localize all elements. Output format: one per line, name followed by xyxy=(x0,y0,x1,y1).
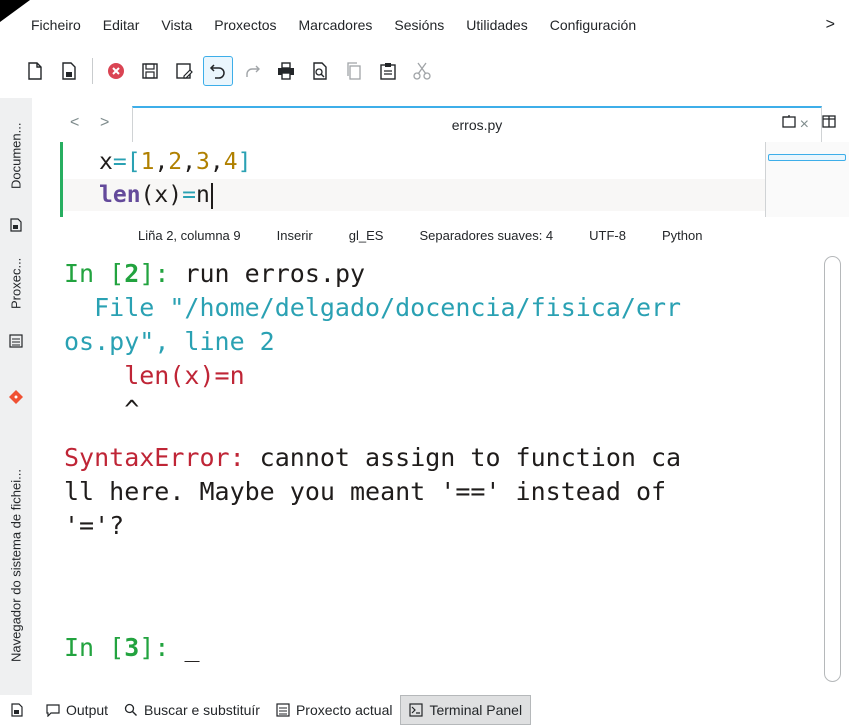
close-icon xyxy=(108,63,124,79)
tab-output[interactable]: Output xyxy=(38,695,116,725)
dictionary[interactable]: gl_ES xyxy=(349,228,384,243)
terminal-line-2: File "/home/delgado/docencia/fisica/err xyxy=(64,293,682,322)
menu-overflow-button[interactable]: > xyxy=(826,16,849,34)
toolbar-separator xyxy=(92,58,93,84)
menu-marcadores[interactable]: Marcadores xyxy=(288,8,384,42)
menu-bar: Ficheiro Editar Vista Proxectos Marcador… xyxy=(20,8,849,42)
undo-button[interactable] xyxy=(203,56,233,86)
encoding[interactable]: UTF-8 xyxy=(589,228,626,243)
open-document-icon xyxy=(62,62,76,80)
cursor-position[interactable]: Liña 2, columna 9 xyxy=(138,228,241,243)
tab-search-label: Buscar e substituír xyxy=(144,702,260,718)
tab-terminal-panel[interactable]: Terminal Panel xyxy=(400,695,532,725)
tab-terminal-label: Terminal Panel xyxy=(429,702,523,718)
code-line-1: x=[1,2,3,4] xyxy=(99,149,252,175)
minimap[interactable] xyxy=(765,142,849,217)
terminal-line-3: os.py", line 2 xyxy=(64,327,275,356)
editor-tab-bar: < > erros.py × xyxy=(44,106,849,142)
menu-sesions[interactable]: Sesións xyxy=(383,8,455,42)
tab-documents[interactable]: Documen... xyxy=(0,102,32,210)
terminal-line-4: len(x)=n xyxy=(64,361,245,390)
syntax-mode[interactable]: Python xyxy=(662,228,702,243)
project-list-icon xyxy=(276,703,290,717)
redo-button[interactable] xyxy=(237,56,267,86)
left-dock: Documen... Proxec... Navegador do sistem… xyxy=(0,98,32,698)
project-list-icon xyxy=(9,334,23,348)
save-as-button[interactable] xyxy=(169,56,199,86)
tab-label: erros.py xyxy=(451,117,503,133)
terminal-panel[interactable]: In [2]: run erros.py File "/home/delgado… xyxy=(34,251,822,685)
input-mode[interactable]: Inserir xyxy=(277,228,313,243)
tab-current-project[interactable]: Proxecto actual xyxy=(268,695,401,725)
terminal-line-5: ^ xyxy=(64,395,140,424)
menu-vista[interactable]: Vista xyxy=(150,8,203,42)
save-button[interactable] xyxy=(135,56,165,86)
tab-projects[interactable]: Proxec... xyxy=(0,248,32,318)
print-icon xyxy=(278,62,294,80)
copy-button[interactable] xyxy=(339,56,369,86)
tab-filesystem-browser[interactable]: Navegador do sistema de fichei... xyxy=(0,436,32,696)
terminal-cursor: _ xyxy=(184,633,200,662)
save-as-icon xyxy=(176,63,193,79)
status-bar: Liña 2, columna 9 Inserir gl_ES Separado… xyxy=(120,222,849,248)
terminal-line-9: In [3]: _ xyxy=(64,633,200,662)
code-editor[interactable]: x=[1,2,3,4] len(x)=n xyxy=(60,142,768,217)
paste-icon xyxy=(380,63,396,80)
tab-erros-py[interactable]: erros.py × xyxy=(132,106,822,142)
terminal-scrollbar[interactable] xyxy=(824,256,841,682)
redo-icon xyxy=(246,65,260,77)
text-caret xyxy=(210,182,213,209)
paste-button[interactable] xyxy=(373,56,403,86)
minimap-viewport[interactable] xyxy=(768,154,846,161)
indentation-setting[interactable]: Separadores suaves: 4 xyxy=(419,228,553,243)
tab-back-button[interactable]: < xyxy=(70,114,79,132)
tab-search-replace[interactable]: Buscar e substituír xyxy=(116,695,268,725)
open-document-button[interactable] xyxy=(54,56,84,86)
main-toolbar xyxy=(20,54,849,88)
cut-icon xyxy=(413,62,431,80)
bottom-toolview-bar: Output Buscar e substituír Proxecto actu… xyxy=(0,695,849,725)
new-document-icon xyxy=(28,62,42,80)
code-line-2: len(x)=n xyxy=(99,179,213,211)
search-icon xyxy=(124,703,138,716)
new-tab-icon[interactable] xyxy=(782,114,796,128)
document-icon xyxy=(11,703,23,717)
new-document-button[interactable] xyxy=(20,56,50,86)
print-preview-icon xyxy=(313,62,327,80)
terminal-line-6: SyntaxError: cannot assign to function c… xyxy=(64,443,682,472)
undo-icon xyxy=(209,64,225,79)
document-icon xyxy=(10,218,22,232)
menu-configuracion[interactable]: Configuración xyxy=(539,8,647,42)
comment-icon xyxy=(46,704,60,717)
close-document-button[interactable] xyxy=(101,56,131,86)
print-preview-button[interactable] xyxy=(305,56,335,86)
terminal-line-1: In [2]: run erros.py xyxy=(64,259,366,288)
menu-proxectos[interactable]: Proxectos xyxy=(203,8,287,42)
tab-close-button[interactable]: × xyxy=(800,116,809,134)
tab-project-label: Proxecto actual xyxy=(295,702,393,718)
menu-utilidades[interactable]: Utilidades xyxy=(455,8,538,42)
menu-editar[interactable]: Editar xyxy=(92,8,151,42)
tab-forward-button[interactable]: > xyxy=(100,114,109,132)
menu-ficheiro[interactable]: Ficheiro xyxy=(20,8,92,42)
save-icon xyxy=(142,63,158,79)
split-view-icon[interactable] xyxy=(822,114,836,128)
cut-button[interactable] xyxy=(407,56,437,86)
git-icon xyxy=(9,390,23,404)
terminal-icon xyxy=(409,703,424,717)
bottom-document-button[interactable] xyxy=(0,695,38,725)
terminal-line-8: '='? xyxy=(64,511,125,540)
tab-output-label: Output xyxy=(66,702,109,718)
copy-icon xyxy=(347,62,361,80)
terminal-line-7: ll here. Maybe you meant '==' instead of xyxy=(64,477,667,506)
print-button[interactable] xyxy=(271,56,301,86)
